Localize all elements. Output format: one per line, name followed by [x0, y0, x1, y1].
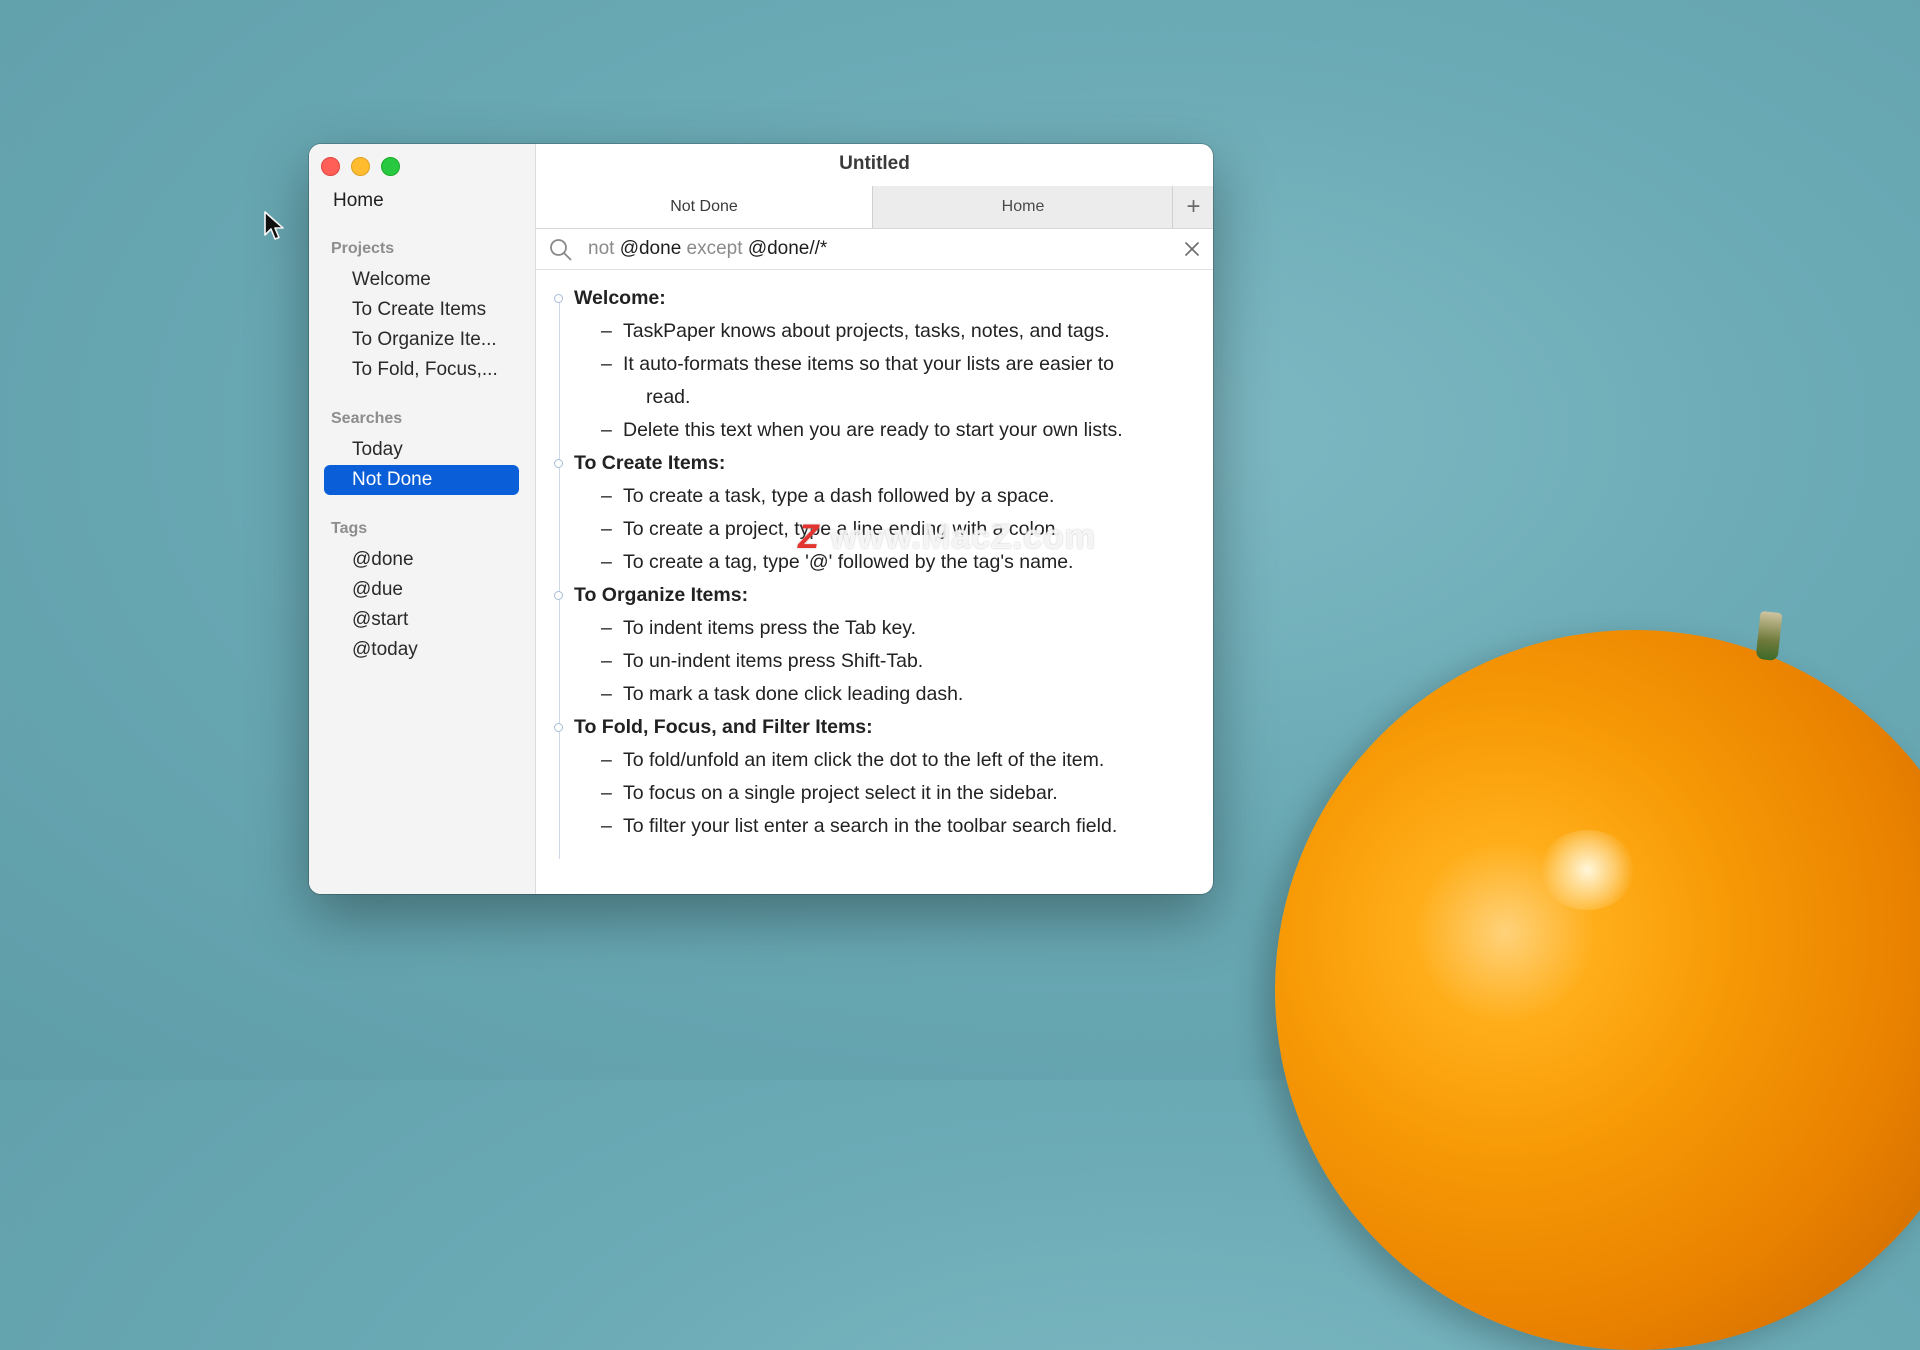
search-keyword-not: not [588, 238, 615, 259]
sidebar-item-today[interactable]: Today [324, 435, 519, 465]
clear-search-icon[interactable] [1183, 240, 1201, 258]
sidebar-item-not-done[interactable]: Not Done [324, 465, 519, 495]
outline-item-text: read. [646, 386, 691, 408]
outline-item-text: TaskPaper knows about projects, tasks, n… [623, 320, 1110, 342]
outline-item-text: To create a task, type a dash followed b… [623, 485, 1055, 507]
outline-item-text: To mark a task done click leading dash. [623, 683, 964, 705]
task-dash[interactable]: – [601, 744, 612, 777]
sidebar-tag-today[interactable]: @today [324, 635, 519, 665]
outline-task[interactable]: – To indent items press the Tab key. [536, 612, 1213, 645]
pointer-cursor-icon [264, 211, 284, 240]
fold-dot-icon[interactable] [554, 723, 563, 732]
outline-item-text: To Fold, Focus, and Filter Items: [574, 716, 873, 738]
watermark-logo: Z [798, 518, 820, 556]
outline-item-text: To filter your list enter a search in th… [623, 815, 1118, 837]
tab-bar: Not Done Home + [536, 186, 1213, 229]
task-dash[interactable]: – [601, 513, 612, 546]
sidebar-tag-start[interactable]: @start [324, 605, 519, 635]
fold-dot-icon[interactable] [554, 591, 563, 600]
outline-project[interactable]: To Organize Items: [536, 579, 1213, 612]
outline-item-text: To indent items press the Tab key. [623, 617, 917, 639]
tags-section-title: Tags [331, 520, 368, 537]
task-dash[interactable]: – [601, 612, 612, 645]
projects-section-title: Projects [331, 240, 395, 257]
search-field[interactable]: not @done except @done//* [536, 229, 1213, 270]
search-tag-done: @done [619, 238, 682, 259]
tab-not-done[interactable]: Not Done [536, 186, 872, 228]
watermark: Z www.MacZ.com [798, 518, 1096, 557]
minimize-window-button[interactable] [351, 157, 370, 176]
outline-item-text: To fold/unfold an item click the dot to … [623, 749, 1105, 771]
orange-stem [1755, 610, 1783, 662]
search-icon [550, 239, 572, 261]
zoom-window-button[interactable] [381, 157, 400, 176]
outline-item-text: Delete this text when you are ready to s… [623, 419, 1123, 441]
window-title: Untitled [839, 153, 910, 174]
fold-dot-icon[interactable] [554, 459, 563, 468]
outline-item-text: To un-indent items press Shift-Tab. [623, 650, 924, 672]
task-dash[interactable]: – [601, 777, 612, 810]
outline-task[interactable]: – To create a task, type a dash followed … [536, 480, 1213, 513]
task-dash[interactable]: – [601, 315, 612, 348]
outline-item-text: To Organize Items: [574, 584, 749, 606]
sidebar-tag-done[interactable]: @done [324, 545, 519, 575]
sidebar-tag-due[interactable]: @due [324, 575, 519, 605]
outline-item-text: To Create Items: [574, 452, 726, 474]
search-keyword-except: except [686, 238, 743, 259]
task-dash[interactable]: – [601, 645, 612, 678]
tab-home[interactable]: Home [872, 186, 1173, 228]
task-dash[interactable]: – [601, 480, 612, 513]
outline-task[interactable]: – To filter your list enter a search in t… [536, 810, 1213, 843]
close-window-button[interactable] [321, 157, 340, 176]
outline-task[interactable]: – Delete this text when you are ready to … [536, 414, 1213, 447]
orange-fruit-image [1275, 630, 1920, 1350]
sidebar-item-welcome[interactable]: Welcome [324, 265, 519, 295]
outline-item-text: It auto-formats these items so that your… [623, 353, 1114, 375]
search-query[interactable]: not @done except @done//* [588, 229, 827, 269]
watermark-text: www.MacZ.com [819, 518, 1097, 556]
outline-task[interactable]: – To focus on a single project select it … [536, 777, 1213, 810]
sidebar: Home Projects Welcome To Create Items To… [309, 144, 536, 894]
outline-task[interactable]: – To un-indent items press Shift-Tab. [536, 645, 1213, 678]
new-tab-button[interactable]: + [1172, 186, 1213, 228]
outline-project[interactable]: To Create Items: [536, 447, 1213, 480]
outline-item-text: To focus on a single project select it i… [623, 782, 1058, 804]
task-dash[interactable]: – [601, 348, 612, 381]
orange-highlight [1540, 830, 1635, 910]
outline-item-text: Welcome: [574, 287, 666, 309]
outline-project[interactable]: To Fold, Focus, and Filter Items: [536, 711, 1213, 744]
sidebar-item-to-create-items[interactable]: To Create Items [324, 295, 519, 325]
sidebar-item-to-fold-focus[interactable]: To Fold, Focus,... [324, 355, 519, 385]
outline-task-continuation[interactable]: read. [536, 381, 1213, 414]
outline-task[interactable]: – It auto-formats these items so that you… [536, 348, 1213, 381]
outline-task[interactable]: – TaskPaper knows about projects, tasks, … [536, 315, 1213, 348]
task-dash[interactable]: – [601, 810, 612, 843]
task-dash[interactable]: – [601, 678, 612, 711]
sidebar-home[interactable]: Home [333, 190, 384, 212]
outline-document[interactable]: Welcome: – TaskPaper knows about projects,… [536, 282, 1213, 859]
outline-task[interactable]: – To fold/unfold an item click the dot to… [536, 744, 1213, 777]
searches-section-title: Searches [331, 410, 403, 427]
task-dash[interactable]: – [601, 546, 612, 579]
search-path-pattern: @done//* [747, 238, 828, 259]
fold-dot-icon[interactable] [554, 294, 563, 303]
outline-task[interactable]: – To mark a task done click leading dash. [536, 678, 1213, 711]
sidebar-item-to-organize-items[interactable]: To Organize Ite... [324, 325, 519, 355]
task-dash[interactable]: – [601, 414, 612, 447]
outline-project[interactable]: Welcome: [536, 282, 1213, 315]
